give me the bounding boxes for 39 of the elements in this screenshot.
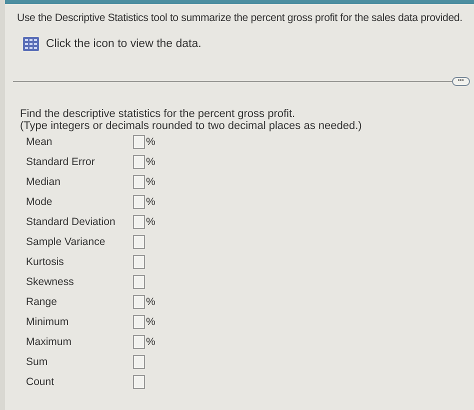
statistic-label: Kurtosis bbox=[25, 256, 65, 268]
unit-text: % bbox=[146, 156, 156, 168]
unit-text: % bbox=[146, 216, 156, 228]
statistic-label: Maximum bbox=[25, 336, 73, 348]
statistic-label: Standard Error bbox=[25, 156, 96, 168]
statistic-label: Mode bbox=[25, 196, 54, 208]
statistic-label: Range bbox=[25, 296, 58, 308]
table-icon[interactable] bbox=[23, 37, 39, 51]
statistic-label: Standard Deviation bbox=[25, 216, 116, 228]
unit-text: % bbox=[146, 196, 156, 208]
statistic-label: Sum bbox=[25, 356, 49, 368]
statistic-label: Skewness bbox=[25, 276, 75, 288]
answer-box[interactable] bbox=[133, 175, 145, 189]
statistic-label: Median bbox=[25, 176, 62, 188]
question-text: Find the descriptive statistics for the percent gross profit. bbox=[20, 108, 296, 120]
instruction-text: Use the Descriptive Statistics tool to summarize the percent gross profit for the sales data provided. bbox=[17, 12, 464, 24]
answer-box[interactable] bbox=[133, 255, 145, 269]
answer-box[interactable] bbox=[133, 135, 145, 149]
answer-box[interactable] bbox=[133, 275, 145, 289]
data-link-text: Click the icon to view the data. bbox=[46, 38, 202, 50]
answer-box[interactable] bbox=[133, 335, 145, 349]
unit-text: % bbox=[146, 136, 156, 148]
unit-text: % bbox=[146, 316, 156, 328]
answer-box[interactable] bbox=[133, 355, 145, 369]
unit-text: % bbox=[146, 176, 156, 188]
statistic-label: Minimum bbox=[25, 316, 70, 328]
unit-text: % bbox=[146, 296, 156, 308]
answer-box[interactable] bbox=[133, 235, 145, 249]
statistic-label: Mean bbox=[25, 136, 54, 148]
hint-text: (Type integers or decimals rounded to two decimal places as needed.) bbox=[20, 120, 363, 132]
statistic-label: Count bbox=[25, 376, 56, 388]
answer-box[interactable] bbox=[133, 155, 145, 169]
answer-box[interactable] bbox=[133, 315, 145, 329]
unit-text: % bbox=[146, 336, 156, 348]
answer-box[interactable] bbox=[133, 295, 145, 309]
answer-box[interactable] bbox=[133, 375, 145, 389]
statistic-label: Sample Variance bbox=[25, 236, 106, 248]
answer-box[interactable] bbox=[133, 215, 145, 229]
answer-box[interactable] bbox=[133, 195, 145, 209]
